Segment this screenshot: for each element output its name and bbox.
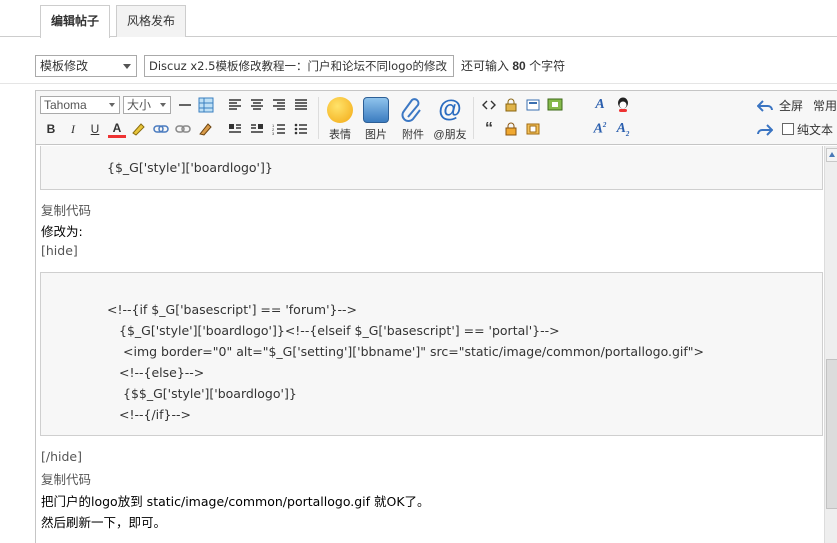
code-line: <!--{if $_G['basescript'] == 'forum'}--> — [107, 302, 357, 317]
fullscreen-button[interactable]: 全屏 — [779, 97, 803, 114]
code-line: {$_G['style']['boardlogo']}<!--{elseif $… — [119, 323, 560, 338]
code-icon[interactable] — [480, 96, 498, 114]
redo-icon[interactable] — [756, 121, 774, 139]
media-icon[interactable] — [546, 96, 564, 114]
tab-bar: 编辑帖子 风格发布 — [0, 0, 837, 38]
smiley-icon — [327, 97, 353, 123]
subscript-icon[interactable]: A2 — [614, 120, 632, 138]
plaintext-checkbox[interactable] — [782, 123, 794, 135]
chevron-down-icon — [123, 64, 131, 69]
editor-toolbar: Tahoma 大小 B I U A 1 2 3 表情 图片 附件 @ @朋友 “… — [36, 91, 837, 145]
copy-code-link[interactable]: 复制代码 — [41, 200, 91, 219]
bold-button[interactable]: B — [42, 120, 60, 138]
tab-edit-post[interactable]: 编辑帖子 — [40, 5, 111, 38]
thread-type-select[interactable]: 模板修改 — [35, 55, 137, 77]
font-family-select[interactable]: Tahoma — [40, 96, 120, 114]
align-justify-icon[interactable] — [292, 96, 310, 114]
text-line: [hide] — [41, 243, 78, 258]
code-line: {$$_G['style']['boardlogo']} — [123, 386, 297, 401]
scroll-up-icon[interactable] — [826, 148, 837, 162]
unlink-icon[interactable] — [174, 120, 192, 138]
superscript-icon[interactable]: A2 — [591, 120, 609, 138]
quote-icon[interactable]: “ — [480, 120, 498, 138]
horizontal-rule-icon[interactable] — [176, 96, 194, 114]
svg-text:3: 3 — [272, 131, 275, 136]
font-size-select[interactable]: 大小 — [123, 96, 171, 114]
mention-button[interactable]: @ @朋友 — [433, 95, 467, 142]
align-right-icon[interactable] — [270, 96, 288, 114]
copy-code-link[interactable]: 复制代码 — [41, 469, 91, 488]
editor-content[interactable]: {$_G['style']['boardlogo']} 复制代码 修改为: [h… — [36, 146, 824, 543]
table-icon[interactable] — [197, 96, 215, 114]
code-block: {$_G['style']['boardlogo']} — [40, 146, 823, 190]
counter-prefix: 还可输入 — [461, 59, 510, 73]
editor: Tahoma 大小 B I U A 1 2 3 表情 图片 附件 @ @朋友 “… — [35, 90, 837, 543]
italic-button[interactable]: I — [64, 120, 82, 138]
emoticon-label: 表情 — [329, 129, 351, 141]
subject-input[interactable]: Discuz x2.5模板修改教程一：门户和论坛不同logo的修改 — [144, 55, 454, 77]
emoticon-button[interactable]: 表情 — [323, 95, 357, 141]
align-center-icon[interactable] — [248, 96, 266, 114]
text-line: [/hide] — [41, 449, 82, 464]
font-color-button[interactable]: A — [108, 120, 126, 138]
align-left-icon[interactable] — [226, 96, 244, 114]
password-lock-icon[interactable] — [502, 120, 520, 138]
vertical-scrollbar[interactable] — [824, 146, 837, 543]
text-style-icon[interactable]: A — [591, 96, 609, 114]
code-line: {$_G['style']['boardlogo']} — [107, 160, 273, 175]
highlight-icon[interactable] — [130, 120, 148, 138]
float-left-icon[interactable] — [226, 120, 244, 138]
free-icon[interactable] — [524, 96, 542, 114]
chevron-down-icon — [160, 103, 166, 107]
common-button[interactable]: 常用 — [813, 97, 837, 114]
hide-lock-icon[interactable] — [502, 96, 520, 114]
paperclip-icon — [400, 97, 426, 123]
code-line: <img border="0" alt="$_G['setting']['bbn… — [123, 344, 705, 359]
float-right-icon[interactable] — [248, 120, 266, 138]
text-line: 把门户的logo放到 static/image/common/portallog… — [41, 494, 430, 509]
undo-icon[interactable] — [756, 97, 774, 115]
tab-style-publish[interactable]: 风格发布 — [116, 5, 187, 37]
underline-button[interactable]: U — [86, 120, 104, 138]
at-icon: @ — [438, 96, 462, 123]
code-block: <!--{if $_G['basescript'] == 'forum'}-->… — [40, 272, 823, 436]
toolbar-separator — [473, 97, 474, 139]
image-label: 图片 — [365, 129, 387, 141]
link-icon[interactable] — [152, 120, 170, 138]
font-family-value: Tahoma — [44, 98, 87, 112]
image-icon — [363, 97, 389, 123]
image-button[interactable]: 图片 — [359, 95, 393, 141]
qq-icon[interactable] — [614, 96, 632, 114]
scrollbar-thumb[interactable] — [826, 359, 837, 509]
text-line: 然后刷新一下，即可。 — [41, 515, 167, 530]
thread-type-value: 模板修改 — [40, 59, 89, 73]
post-editor-page: 编辑帖子 风格发布 模板修改 Discuz x2.5模板修改教程一：门户和论坛不… — [0, 0, 837, 543]
code-line: <!--{/if}--> — [119, 407, 191, 422]
char-counter: 还可输入 80 个字符 — [461, 55, 565, 77]
attachment-label: 附件 — [402, 129, 424, 141]
clear-format-icon[interactable] — [196, 120, 214, 138]
counter-value: 80 — [512, 59, 526, 73]
ordered-list-icon[interactable]: 123 — [270, 120, 288, 138]
mention-label: @朋友 — [433, 129, 467, 141]
index-icon[interactable] — [524, 120, 542, 138]
title-row: 模板修改 Discuz x2.5模板修改教程一：门户和论坛不同logo的修改 还… — [0, 48, 837, 84]
unordered-list-icon[interactable] — [292, 120, 310, 138]
code-line: <!--{else}--> — [119, 365, 205, 380]
toolbar-separator — [318, 97, 319, 139]
attachment-button[interactable]: 附件 — [396, 95, 430, 141]
font-size-value: 大小 — [127, 98, 152, 112]
counter-suffix: 个字符 — [529, 59, 566, 73]
plaintext-label: 纯文本 — [797, 123, 834, 137]
chevron-down-icon — [109, 103, 115, 107]
text-line: 修改为: — [41, 224, 83, 239]
